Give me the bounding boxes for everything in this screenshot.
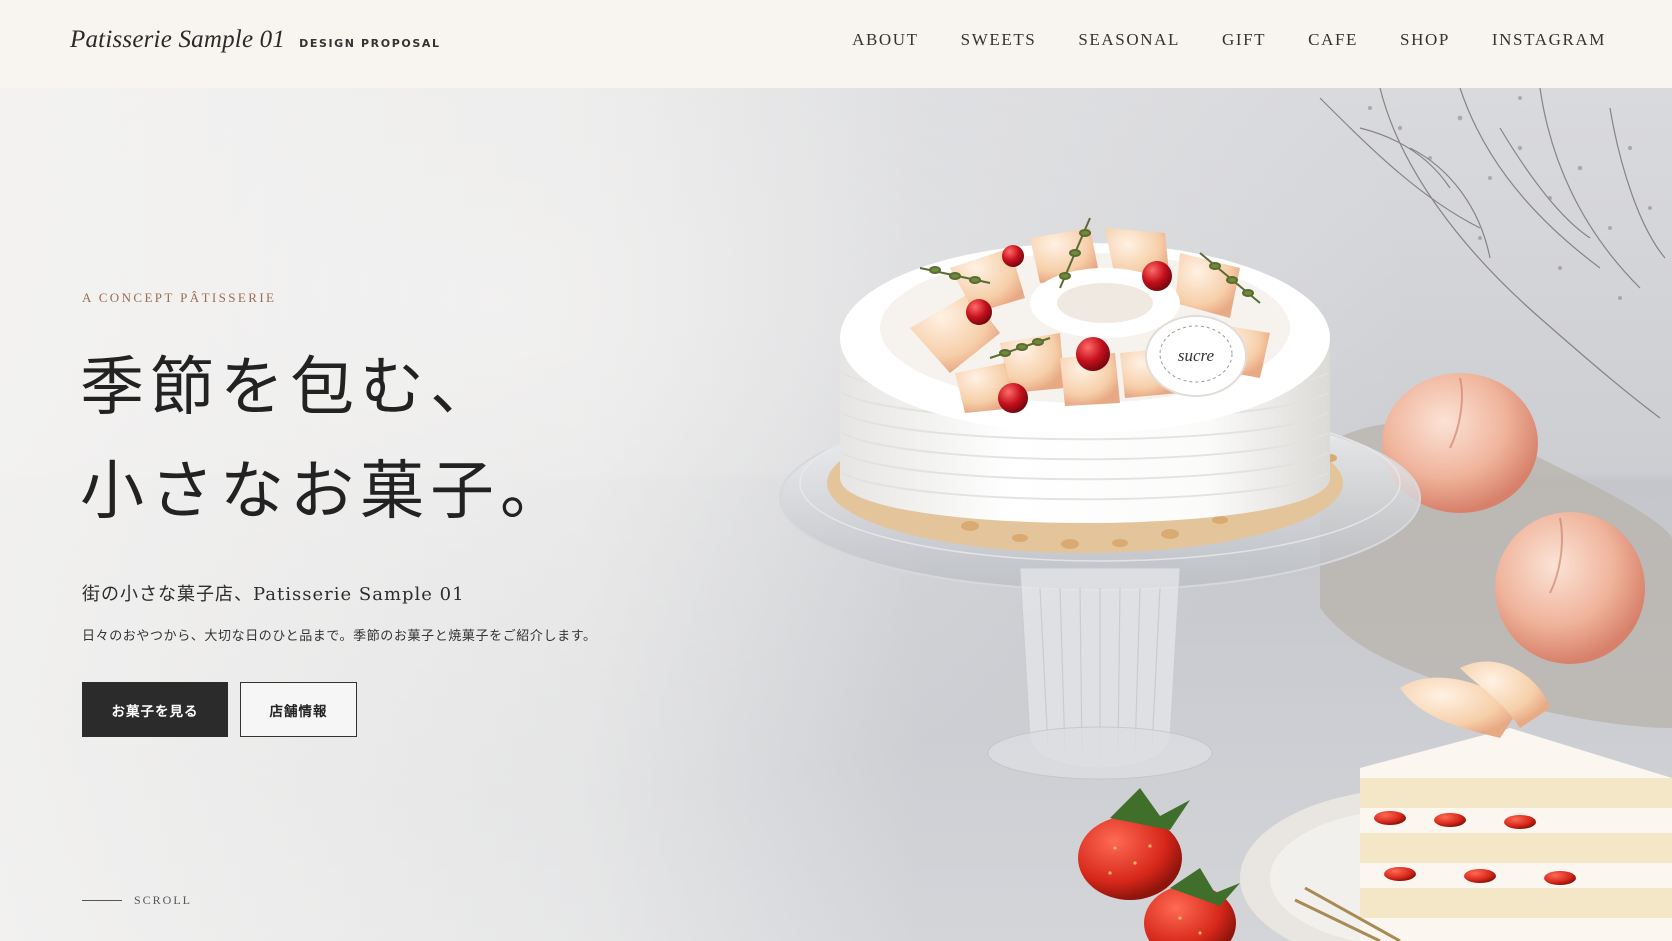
headline-line-1: 季節を包む、 <box>80 351 500 425</box>
hero-description: 日々のおやつから、大切な日のひと品まで。季節のお菓子と焼菓子をご紹介します。 <box>82 629 597 644</box>
flower-dots <box>1368 96 1652 300</box>
brand-name[interactable]: Patisserie Sample 01 <box>70 26 285 54</box>
brand-tagline: DESIGN PROPOSAL <box>299 37 441 50</box>
cake-plaque-text: sucre <box>1178 346 1215 365</box>
store-info-button[interactable]: 店舗情報 <box>240 682 357 737</box>
cake-plaque: sucre <box>1145 315 1247 397</box>
hero-headline: 季節を包む、 小さなお菓子。 <box>80 336 570 544</box>
nav-sweets[interactable]: SWEETS <box>961 30 1037 50</box>
brand[interactable]: Patisserie Sample 01 DESIGN PROPOSAL <box>70 26 441 54</box>
headline-line-2: 小さなお菓子。 <box>80 455 570 529</box>
nav-seasonal[interactable]: SEASONAL <box>1078 30 1180 50</box>
nav-about[interactable]: ABOUT <box>852 30 919 50</box>
hero-subheading: 街の小さな菓子店、Patisserie Sample 01 <box>82 584 465 605</box>
hero-eyebrow: A CONCEPT PÂTISSERIE <box>82 290 277 305</box>
main-nav: ABOUT SWEETS SEASONAL GIFT CAFE SHOP INS… <box>852 30 1606 50</box>
nav-instagram[interactable]: INSTAGRAM <box>1492 30 1606 50</box>
site-header: Patisserie Sample 01 DESIGN PROPOSAL ABO… <box>0 0 1672 88</box>
scroll-indicator[interactable]: SCROLL <box>82 893 192 908</box>
nav-gift[interactable]: GIFT <box>1222 30 1266 50</box>
nav-shop[interactable]: SHOP <box>1400 30 1450 50</box>
dried-flowers <box>1319 88 1666 419</box>
scroll-label: SCROLL <box>134 893 193 907</box>
hero-cake-image: sucre <box>779 88 1672 941</box>
view-sweets-button[interactable]: お菓子を見る <box>82 682 228 737</box>
nav-cafe[interactable]: CAFE <box>1308 30 1358 50</box>
hero-buttons: お菓子を見る 店舗情報 <box>82 682 357 737</box>
hero-section: sucre A CONCEPT PÂTISSERIE 季節を包む、 小さなお菓子… <box>0 88 1672 941</box>
scroll-line <box>82 900 122 901</box>
